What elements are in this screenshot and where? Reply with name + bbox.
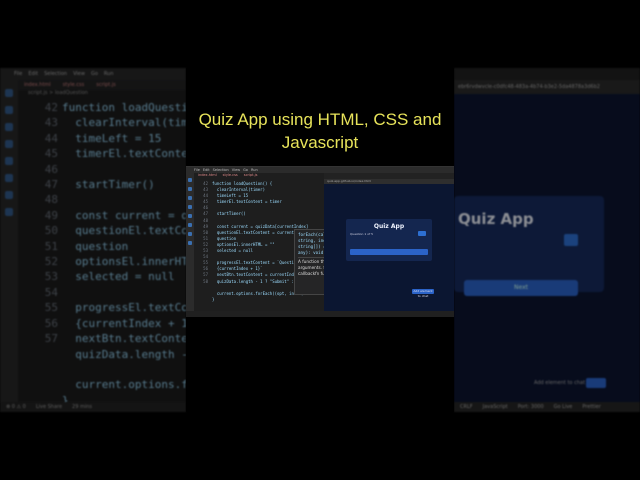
- bg-code-line: selected = null: [62, 270, 175, 284]
- bg-line-number: 53: [44, 270, 58, 284]
- inner-tab: style.css: [222, 173, 238, 177]
- bg-line-numbers: 42 43 44 45 46 47 48 49 50 51 52 53 54 55 56 57: [18, 100, 58, 362]
- bg-hint-button: [586, 378, 606, 388]
- inner-menu-item: Go: [243, 168, 248, 172]
- inner-menu-item: File: [194, 168, 200, 172]
- bg-line-number: [18, 347, 58, 362]
- inner-tab: script.js: [243, 173, 258, 177]
- bg-browser-status: CRLF JavaScript Port: 3000 Go Live Prettier: [454, 402, 640, 412]
- bg-code-line: questionEl.textConte: [75, 224, 186, 238]
- answer-option[interactable]: [418, 231, 426, 236]
- bg-menu-item: View: [73, 71, 85, 77]
- title-line-1: Quiz App using HTML, CSS and: [198, 110, 442, 129]
- bg-browser-status-item: Go Live: [553, 404, 573, 410]
- bg-line-number: 51: [44, 239, 58, 253]
- quiz-card: Quiz App Question 1 of 5: [346, 219, 432, 261]
- bg-line-number: 45: [44, 147, 58, 161]
- bg-code-line: timerEl.textContent =: [75, 147, 186, 161]
- center-panel: Quiz App using HTML, CSS and Javascript …: [186, 68, 454, 412]
- bg-status-bar: ⊗ 0 ⚠ 0 Live Share 29 mins: [0, 402, 186, 412]
- bg-code-line: nextBtn.textContent: [75, 332, 186, 346]
- bg-code-line: [62, 162, 186, 177]
- bg-line-number: 46: [44, 162, 58, 176]
- inner-menu-item: Run: [250, 168, 258, 172]
- inner-code-line: }: [212, 296, 215, 302]
- quiz-title: Quiz App: [373, 223, 405, 230]
- bg-answer-box: [564, 234, 578, 246]
- bg-menu-item: Selection: [44, 71, 68, 77]
- inner-menu-item: Edit: [202, 168, 210, 172]
- bg-status-item: ⊗ 0 ⚠ 0: [6, 404, 26, 410]
- bg-quiz-card: Quiz App Next: [454, 196, 604, 296]
- bg-browser-status-item: JavaScript: [482, 404, 508, 410]
- bg-code-line: timeLeft = 15: [62, 131, 162, 145]
- bg-next-button: Next: [464, 280, 578, 296]
- bg-menu-item: Run: [103, 71, 114, 77]
- bg-line-number: 43: [44, 116, 58, 130]
- bg-tab: script.js: [96, 82, 116, 88]
- bg-browser-status-item: Prettier: [582, 404, 601, 410]
- inner-line-numbers: 42 43 44 45 46 47 48 49 50 51 52 53 54 55 56 57 58: [194, 181, 208, 285]
- next-button[interactable]: [350, 249, 428, 255]
- editor-screenshot: File Edit Selection View Go Run index.html sty…: [186, 166, 454, 317]
- bg-tab: style.css: [62, 82, 85, 88]
- bg-url-bar: ebr6rvdwvcle-c0dfc48-483a-4b74-b3e2-5da4…: [454, 80, 640, 94]
- bg-code-line: optionsEl.innerHTML: [75, 255, 186, 269]
- bg-code-line: [62, 192, 186, 207]
- bg-browser-tabbar: [454, 68, 640, 80]
- bg-code-line: {currentIndex + 1}`: [75, 316, 186, 330]
- inner-status-bar: [186, 311, 454, 317]
- bg-status-item: Live Share: [35, 404, 63, 410]
- video-title: Quiz App using HTML, CSS and Javascript: [186, 108, 454, 154]
- bg-code-line: function loadQuestion() {: [62, 101, 186, 114]
- bg-status-item: 29 mins: [72, 404, 93, 410]
- bg-line-number: 56: [44, 316, 58, 330]
- bg-code-line: progressEl.textConte: [75, 301, 186, 315]
- bg-code-line: [62, 285, 186, 300]
- bg-breadcrumb: script.js > loadQuestion: [28, 90, 88, 96]
- bg-line-number: 42: [44, 101, 58, 114]
- bg-line-number: 52: [44, 255, 58, 269]
- inner-menu-item: View: [231, 168, 241, 172]
- bg-line-number: 50: [44, 224, 58, 238]
- inner-menu-item: Selection: [212, 168, 229, 172]
- title-line-2: Javascript: [281, 133, 359, 152]
- bg-menu-item: File: [14, 71, 23, 77]
- bg-tab: index.html: [24, 82, 51, 88]
- inner-tab: index.html: [198, 173, 217, 177]
- bg-code-line: const current = quiz: [75, 208, 186, 222]
- bg-browser-status-item: CRLF: [460, 404, 473, 410]
- bg-hint-text: Add element to chat: [534, 380, 586, 386]
- background-browser: ebr6rvdwvcle-c0dfc48-483a-4b74-b3e2-5da4…: [454, 68, 640, 412]
- inner-tabs: index.html style.css script.js: [194, 173, 324, 178]
- bg-line-number: 44: [44, 131, 58, 145]
- bg-line-number: 47: [44, 178, 58, 192]
- bg-code-line: current.options.forE: [75, 378, 186, 392]
- add-to-chat-button[interactable]: Add element to chat: [412, 289, 434, 298]
- bg-quiz-title: Quiz App: [458, 210, 534, 228]
- bg-menu-item: Go: [90, 71, 98, 77]
- bg-browser-status-item: Port: 3000: [517, 404, 544, 410]
- bg-line-number: 55: [44, 301, 58, 315]
- bg-line-number: 48: [44, 193, 58, 207]
- bg-code-line: startTimer(): [62, 178, 155, 192]
- bg-line-number: 54: [44, 285, 58, 299]
- inner-line-number: 58: [203, 278, 208, 284]
- bg-menu-item: Edit: [28, 71, 39, 77]
- bg-activity-bar: [0, 80, 18, 402]
- bg-code-line: question: [62, 239, 129, 253]
- inner-url-bar[interactable]: quiz-app.github.io/index.html: [324, 179, 454, 184]
- question-label: Question 1 of 5: [350, 232, 373, 236]
- bg-code-line: [62, 362, 186, 377]
- inner-browser: quiz-app.github.io/index.html Quiz App Q…: [324, 173, 454, 311]
- bg-line-number: 49: [44, 208, 58, 222]
- bg-code-line: clearInterval(timer): [75, 116, 186, 130]
- bg-menubar: File Edit Selection View Go Run: [0, 68, 186, 80]
- bg-code: function loadQuestion() { clearInterval(…: [62, 100, 186, 408]
- background-editor: File Edit Selection View Go Run index.html sty…: [0, 68, 186, 412]
- bg-line-number: 57: [44, 332, 58, 346]
- bg-tabs: index.html style.css script.js: [0, 80, 186, 90]
- bg-code-line: quizData.length - 1: [75, 347, 186, 361]
- inner-activity-bar: [186, 173, 194, 311]
